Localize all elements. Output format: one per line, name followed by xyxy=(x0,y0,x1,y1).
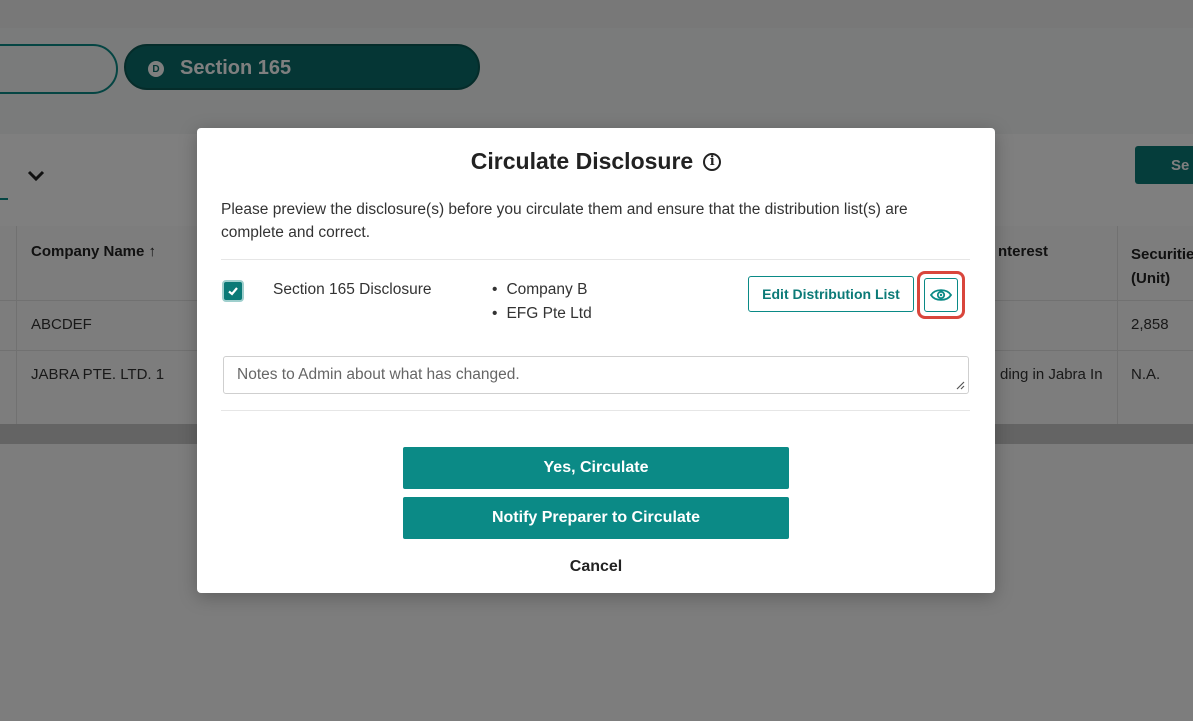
edit-distribution-list-label: Edit Distribution List xyxy=(762,286,900,302)
highlight-outline xyxy=(917,271,965,319)
dialog-description: Please preview the disclosure(s) before … xyxy=(221,201,908,241)
disclosure-name: Section 165 Disclosure xyxy=(273,281,432,298)
eye-icon xyxy=(930,289,952,301)
circulate-disclosure-dialog: Circulate Disclosure i Please preview th… xyxy=(197,128,995,593)
cancel-label: Cancel xyxy=(569,558,623,575)
cancel-button[interactable]: Cancel xyxy=(197,558,995,576)
divider xyxy=(221,259,970,260)
notify-preparer-label: Notify Preparer to Circulate xyxy=(491,509,701,526)
list-item: EFG Pte Ltd xyxy=(492,302,591,326)
edit-distribution-list-button[interactable]: Edit Distribution List xyxy=(748,276,914,312)
yes-circulate-button[interactable]: Yes, Circulate xyxy=(403,447,789,489)
dialog-title-text: Circulate Disclosure xyxy=(470,148,694,174)
divider xyxy=(221,410,970,411)
yes-circulate-label: Yes, Circulate xyxy=(543,459,649,476)
info-icon[interactable]: i xyxy=(703,152,722,171)
company-list: Company B EFG Pte Ltd xyxy=(492,278,592,326)
dialog-title: Circulate Disclosure i xyxy=(197,148,995,175)
checkmark-icon xyxy=(228,287,238,296)
disclosure-checkbox[interactable] xyxy=(222,280,244,302)
list-item: Company B xyxy=(492,278,592,302)
notes-input[interactable]: Notes to Admin about what has changed. xyxy=(223,356,969,394)
resize-handle-icon[interactable] xyxy=(955,380,965,390)
notify-preparer-button[interactable]: Notify Preparer to Circulate xyxy=(403,497,789,539)
preview-button[interactable] xyxy=(924,278,958,312)
